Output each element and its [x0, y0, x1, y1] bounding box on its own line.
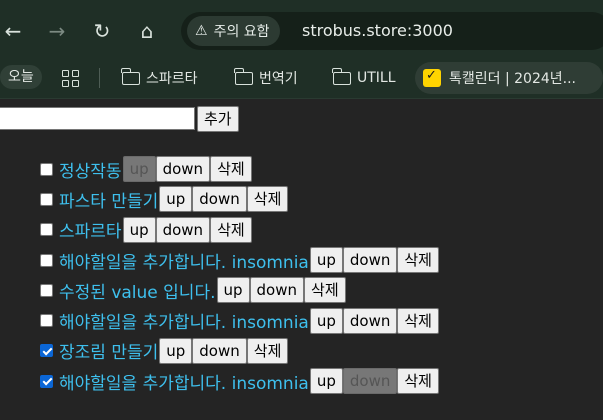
todo-item: 해야할일을 추가합니다. insomnia up down 삭제	[40, 305, 439, 335]
up-button[interactable]: up	[159, 186, 193, 213]
security-warning-chip[interactable]: ⚠ 주의 요함	[187, 16, 280, 46]
todo-checkbox[interactable]	[40, 192, 53, 206]
todo-item: 수정된 value 입니다. up down 삭제	[40, 275, 439, 305]
todo-item: 정상작동 up down 삭제	[40, 154, 439, 184]
security-label: 주의 요함	[213, 24, 270, 40]
warning-icon: ⚠	[195, 23, 208, 39]
up-button[interactable]: up	[309, 307, 343, 334]
forward-arrow-icon[interactable]: →	[46, 20, 68, 42]
home-icon[interactable]: ⌂	[136, 20, 158, 42]
bookmark-label: 스파르타	[146, 71, 198, 87]
down-button[interactable]: down	[342, 307, 398, 334]
bookmark-folder-util[interactable]: UTILL	[332, 65, 396, 91]
folder-icon	[121, 67, 140, 85]
up-button[interactable]: up	[122, 156, 156, 183]
todo-text: 파스타 만들기	[59, 191, 159, 212]
todo-item: 해야할일을 추가합니다. insomnia up down 삭제	[40, 245, 439, 275]
down-button[interactable]: down	[192, 186, 247, 213]
todo-item: 파스타 만들기 up down 삭제	[40, 184, 439, 214]
down-button[interactable]: down	[249, 277, 305, 304]
url-text[interactable]: strobus.store:3000	[302, 21, 453, 40]
todo-checkbox[interactable]	[40, 283, 53, 297]
todo-text: 수정된 value 입니다.	[59, 282, 216, 303]
bookmark-folder-sparta[interactable]: 스파르타	[121, 65, 198, 91]
apps-grid-icon[interactable]	[62, 65, 79, 91]
delete-button[interactable]: 삭제	[397, 307, 439, 334]
up-button[interactable]: up	[159, 337, 193, 364]
todo-checkbox[interactable]	[40, 344, 53, 358]
down-button[interactable]: down	[155, 216, 211, 243]
add-button[interactable]: 추가	[197, 106, 239, 132]
todo-item: 장조림 만들기 up down 삭제	[40, 336, 439, 366]
up-button[interactable]: up	[216, 277, 250, 304]
up-button[interactable]: up	[122, 216, 156, 243]
todo-checkbox[interactable]	[40, 223, 53, 237]
up-button[interactable]: up	[309, 368, 343, 395]
browser-toolbar: ← → ↻ ⌂ ⚠ 주의 요함 strobus.store:3000	[0, 0, 603, 59]
todo-text: 해야할일을 추가합니다. insomnia	[59, 373, 309, 394]
todo-list: 정상작동 up down 삭제 파스타 만들기 up down 삭제 스파르타 …	[40, 154, 439, 396]
down-button[interactable]: down	[155, 156, 211, 183]
delete-button[interactable]: 삭제	[210, 216, 252, 243]
delete-button[interactable]: 삭제	[304, 277, 346, 304]
todo-text: 장조림 만들기	[59, 343, 159, 364]
bookmark-today[interactable]: 오늘	[0, 65, 42, 89]
folder-icon	[332, 67, 351, 85]
delete-button[interactable]: 삭제	[397, 247, 439, 274]
delete-button[interactable]: 삭제	[246, 337, 289, 364]
todo-checkbox[interactable]	[40, 314, 53, 328]
todo-text: 정상작동	[59, 161, 122, 182]
bookmark-folder-translator[interactable]: 번역기	[234, 65, 298, 91]
todo-item: 해야할일을 추가합니다. insomnia up down 삭제	[40, 366, 439, 396]
bookmark-talk-calendar[interactable]: 톡캘린더 | 2024년...	[415, 62, 603, 94]
delete-button[interactable]: 삭제	[246, 186, 289, 213]
folder-icon	[234, 67, 253, 85]
delete-button[interactable]: 삭제	[397, 368, 439, 395]
todo-item: 스파르타 up down 삭제	[40, 215, 439, 245]
back-arrow-icon[interactable]: ←	[2, 20, 24, 42]
bookmark-label: 번역기	[259, 71, 298, 87]
down-button[interactable]: down	[342, 247, 398, 274]
calendar-check-icon	[423, 68, 441, 87]
down-button[interactable]: down	[342, 368, 398, 395]
up-button[interactable]: up	[309, 247, 343, 274]
delete-button[interactable]: 삭제	[210, 156, 252, 183]
bookmark-separator	[99, 68, 100, 88]
todo-checkbox[interactable]	[40, 162, 53, 176]
todo-input[interactable]	[0, 107, 195, 130]
todo-text: 해야할일을 추가합니다. insomnia	[59, 313, 309, 334]
bookmark-label: UTILL	[357, 70, 396, 86]
todo-text: 해야할일을 추가합니다. insomnia	[59, 252, 309, 273]
down-button[interactable]: down	[192, 337, 247, 364]
todo-checkbox[interactable]	[40, 253, 53, 267]
todo-checkbox[interactable]	[40, 374, 53, 388]
reload-icon[interactable]: ↻	[91, 20, 113, 42]
bookmark-label: 톡캘린더 | 2024년...	[449, 71, 576, 87]
todo-text: 스파르타	[59, 222, 122, 243]
